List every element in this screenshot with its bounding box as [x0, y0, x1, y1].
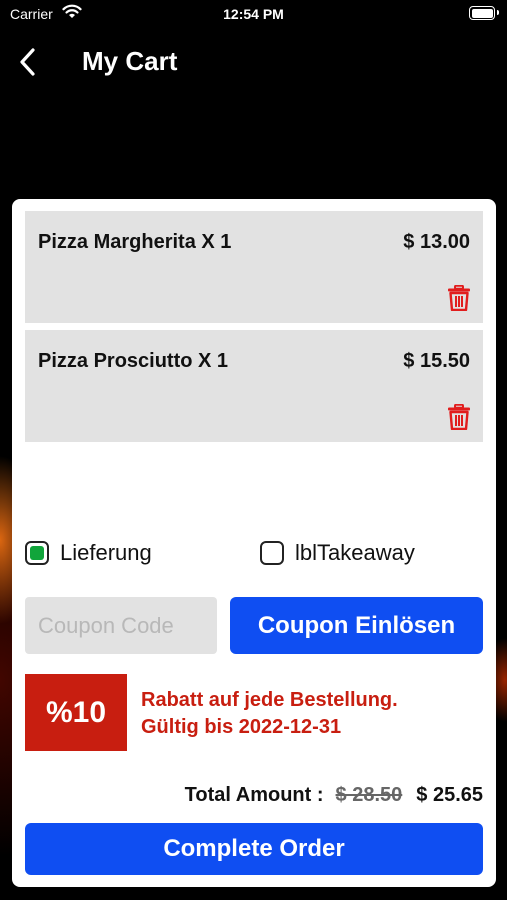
cart-card: Pizza Margherita X 1 $ 13.00 Pizza Prosc…	[12, 199, 496, 887]
chevron-left-icon	[20, 48, 35, 76]
option-delivery[interactable]: Lieferung	[25, 539, 152, 567]
takeaway-label: lblTakeaway	[295, 540, 415, 565]
item-name: Pizza Prosciutto X 1	[38, 350, 229, 372]
discount-description: Rabatt auf jede Bestellung. Gültig bis 2…	[141, 687, 398, 741]
discounted-price: $ 25.65	[416, 783, 483, 806]
item-name: Pizza Margherita X 1	[38, 231, 232, 253]
discount-badge: %10	[25, 674, 127, 751]
page-title: My Cart	[82, 46, 178, 76]
delivery-checkbox[interactable]	[25, 541, 49, 565]
cart-item: Pizza Margherita X 1 $ 13.00	[25, 211, 483, 323]
delivery-label: Lieferung	[60, 540, 152, 565]
coupon-code-input[interactable]	[25, 597, 217, 654]
delete-item-button[interactable]	[448, 403, 470, 431]
item-price: $ 15.50	[403, 350, 470, 372]
battery-icon	[469, 6, 499, 20]
discount-line-2: Gültig bis 2022-12-31	[141, 716, 342, 738]
takeaway-checkbox[interactable]	[260, 541, 284, 565]
original-price: $ 28.50	[335, 783, 403, 806]
total-row: Total Amount : $ 28.50 $ 25.65	[185, 782, 483, 808]
item-price: $ 13.00	[403, 231, 470, 253]
discount-line-1: Rabatt auf jede Bestellung.	[141, 689, 398, 711]
status-time: 12:54 PM	[223, 6, 284, 22]
trash-icon	[448, 284, 470, 312]
option-takeaway[interactable]: lblTakeaway	[260, 539, 415, 567]
navigation-bar: My Cart	[0, 40, 507, 84]
cart-item: Pizza Prosciutto X 1 $ 15.50	[25, 330, 483, 442]
redeem-coupon-button[interactable]: Coupon Einlösen	[230, 597, 483, 654]
delete-item-button[interactable]	[448, 284, 470, 312]
total-label: Total Amount :	[184, 783, 324, 806]
complete-order-button[interactable]: Complete Order	[25, 823, 483, 875]
trash-icon	[448, 403, 470, 431]
back-button[interactable]	[14, 44, 44, 80]
status-bar: Carrier 12:54 PM	[0, 0, 507, 30]
